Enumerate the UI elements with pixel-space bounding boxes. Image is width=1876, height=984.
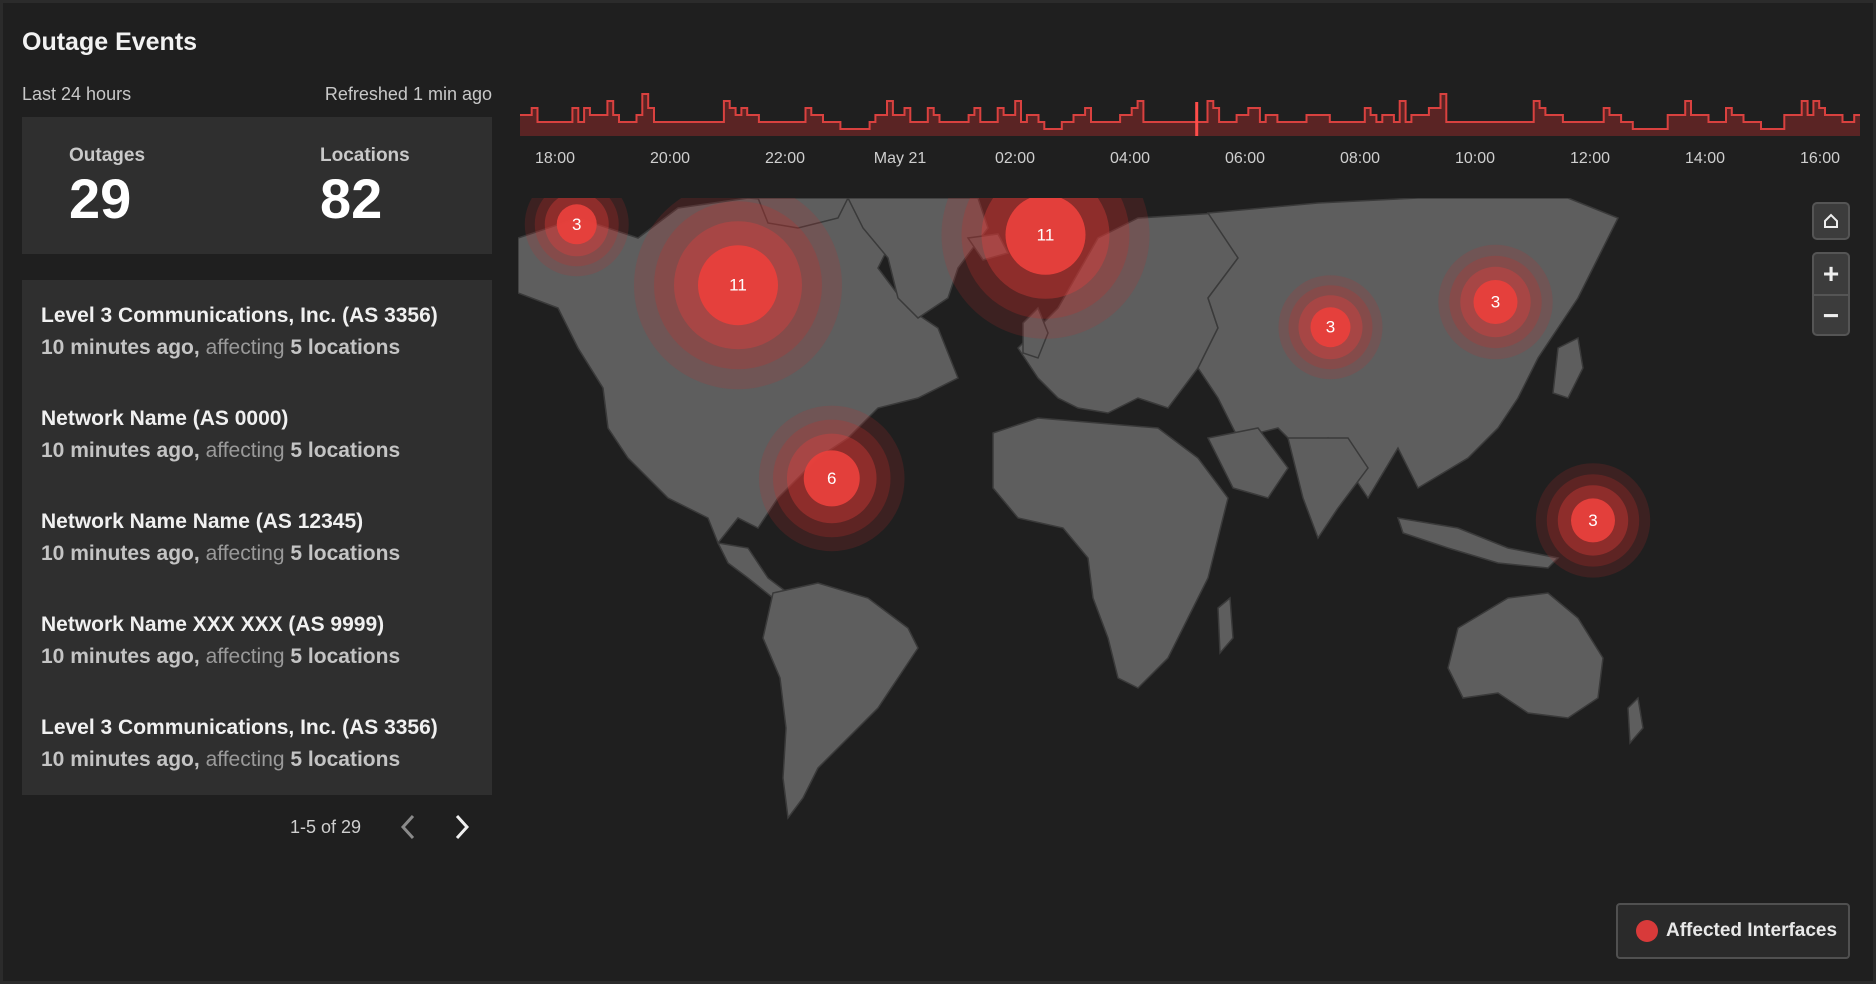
timeline-tick-label: 04:00 (1109, 150, 1151, 167)
event-locations: 5 locations (290, 645, 401, 668)
timeline-tick-label: 14:00 (1684, 150, 1726, 167)
locations-label: Locations (320, 145, 410, 166)
event-affecting: affecting (205, 542, 285, 565)
timeline-tick-label: May 21 (873, 150, 927, 167)
home-icon (1824, 213, 1838, 228)
event-affecting: affecting (205, 336, 285, 359)
legend-label: Affected Interfaces (1666, 920, 1838, 941)
event-time: 10 minutes ago, (41, 439, 200, 462)
cluster-count: 11 (1037, 225, 1055, 244)
event-list-item[interactable]: Network Name Name (AS 12345) 10 minutes … (41, 510, 400, 566)
outage-cluster-marker[interactable]: 6 (758, 405, 905, 552)
cluster-count: 3 (1491, 293, 1500, 312)
timeline-tick-label: 22:00 (764, 150, 806, 167)
outage-timeline-chart[interactable] (520, 92, 1860, 172)
event-affecting: affecting (205, 645, 285, 668)
chevron-right-icon (455, 814, 470, 840)
timeline-tick-label: 20:00 (649, 150, 691, 167)
event-time: 10 minutes ago, (41, 748, 200, 771)
event-time: 10 minutes ago, (41, 542, 200, 565)
event-time: 10 minutes ago, (41, 645, 200, 668)
home-button[interactable] (1812, 202, 1850, 240)
cluster-count: 11 (729, 276, 747, 295)
map-legend: Affected Interfaces (1616, 903, 1850, 959)
summary-row: Last 24 hours Refreshed 1 min ago (22, 84, 492, 105)
event-list-item[interactable]: Level 3 Communications, Inc. (AS 3356) 1… (41, 716, 438, 772)
cluster-count: 6 (827, 469, 836, 488)
event-meta: 10 minutes ago, affecting 5 locations (41, 645, 400, 669)
timeline-tick-label: 16:00 (1799, 150, 1841, 167)
event-meta: 10 minutes ago, affecting 5 locations (41, 336, 438, 360)
zoom-in-button[interactable]: + (1814, 254, 1848, 294)
locations-value: 82 (320, 167, 383, 230)
zoom-controls: + − (1812, 252, 1850, 336)
stats-panel: Outages 29 Locations 82 (22, 117, 492, 254)
event-network-name: Network Name XXX XXX (AS 9999) (41, 613, 385, 636)
event-time: 10 minutes ago, (41, 336, 200, 359)
pagination: 1-5 of 29 (290, 810, 477, 844)
event-meta: 10 minutes ago, affecting 5 locations (41, 748, 438, 772)
timeline-tick-label: 06:00 (1224, 150, 1266, 167)
timeline-tick-label: 08:00 (1339, 150, 1381, 167)
cluster-count: 3 (572, 215, 581, 234)
event-list-item[interactable]: Network Name XXX XXX (AS 9999) 10 minute… (41, 613, 400, 669)
event-meta: 10 minutes ago, affecting 5 locations (41, 439, 400, 463)
outages-stat: Outages 29 (69, 117, 145, 227)
cluster-count: 3 (1588, 511, 1597, 530)
timeline-tick-label: 10:00 (1454, 150, 1496, 167)
legend-swatch (1636, 920, 1658, 942)
cluster-count: 3 (1326, 318, 1335, 337)
world-map[interactable]: 3 11 11 6 3 3 3 (518, 198, 1858, 958)
event-locations: 5 locations (290, 439, 401, 462)
event-list-item[interactable]: Level 3 Communications, Inc. (AS 3356) 1… (41, 304, 438, 360)
timeline-tick-label: 18:00 (534, 150, 576, 167)
outages-value: 29 (69, 167, 132, 230)
timeline-tick-label: 12:00 (1569, 150, 1611, 167)
outage-cluster-marker[interactable]: 3 (1535, 463, 1651, 578)
event-network-name: Network Name Name (AS 12345) (41, 510, 364, 533)
timeline-tick-label: 02:00 (994, 150, 1036, 167)
outage-event-list: Level 3 Communications, Inc. (AS 3356) 1… (22, 280, 492, 795)
page-title: Outage Events (22, 28, 198, 56)
event-meta: 10 minutes ago, affecting 5 locations (41, 542, 400, 566)
event-affecting: affecting (205, 439, 285, 462)
outage-cluster-marker[interactable]: 3 (1278, 275, 1383, 380)
event-network-name: Network Name (AS 0000) (41, 407, 289, 430)
chevron-left-icon (401, 814, 415, 840)
event-list-item[interactable]: Network Name (AS 0000) 10 minutes ago, a… (41, 407, 400, 463)
event-affecting: affecting (205, 748, 285, 771)
event-locations: 5 locations (290, 748, 401, 771)
pagination-count: 1-5 of 29 (290, 816, 362, 837)
refreshed-label: Refreshed 1 min ago (324, 84, 492, 104)
event-locations: 5 locations (290, 336, 401, 359)
outages-label: Outages (69, 145, 146, 166)
outage-cluster-marker[interactable]: 3 (1438, 244, 1553, 360)
event-network-name: Level 3 Communications, Inc. (AS 3356) (41, 304, 438, 327)
event-locations: 5 locations (290, 542, 401, 565)
locations-stat: Locations 82 (320, 117, 410, 227)
event-network-name: Level 3 Communications, Inc. (AS 3356) (41, 716, 438, 739)
zoom-out-button[interactable]: − (1814, 294, 1848, 336)
time-range-label: Last 24 hours (22, 84, 132, 104)
next-page-button[interactable] (447, 810, 477, 844)
previous-page-button[interactable] (393, 810, 423, 844)
